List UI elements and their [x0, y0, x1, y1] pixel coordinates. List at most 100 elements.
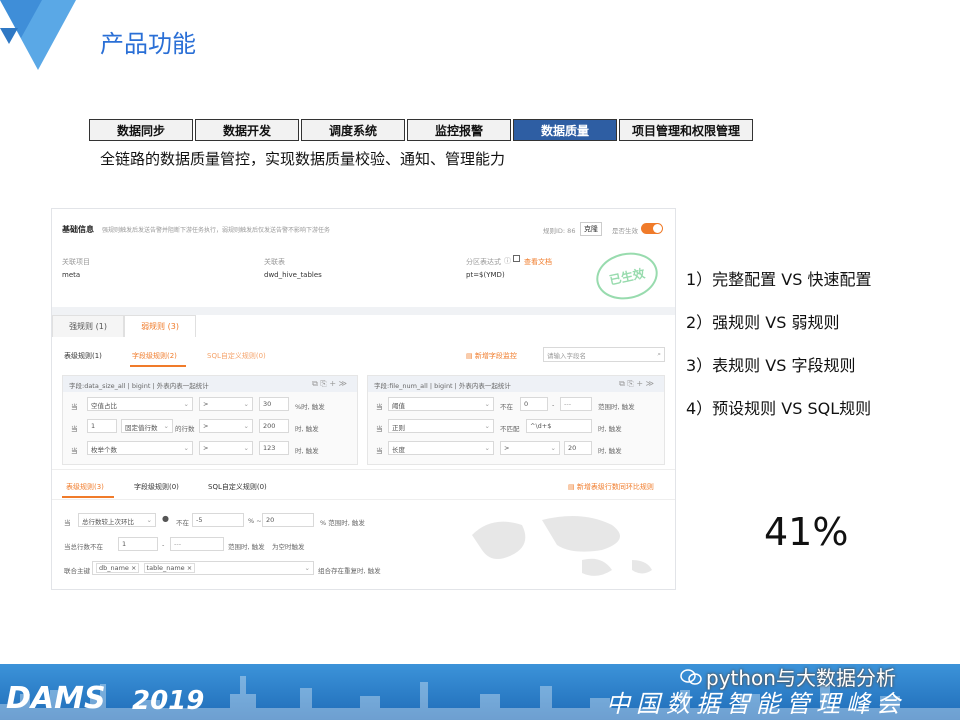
tab-weak-rules[interactable]: 弱规则 (3): [124, 315, 196, 337]
range-to-input[interactable]: ---: [170, 537, 224, 551]
tab-data-dev[interactable]: 数据开发: [195, 119, 299, 141]
range-from-input[interactable]: -5: [192, 513, 244, 527]
effective-stamp: 已生效: [591, 247, 663, 305]
progress-percent: 41%: [764, 510, 849, 554]
row-when: 当: [376, 447, 383, 455]
active-tab-underline: [62, 496, 114, 498]
row-suffix: % 范围时, 触发: [320, 519, 365, 527]
range-from-input[interactable]: 0: [520, 397, 548, 411]
search-icon: ⌕: [657, 350, 661, 358]
range-dash: -: [162, 541, 165, 549]
row-when: 当: [71, 403, 78, 411]
metric-select[interactable]: 枚举个数 ⌄: [87, 441, 193, 455]
tab-field-rules-bottom[interactable]: 字段级规则(0): [134, 482, 179, 492]
tab-strong-rules[interactable]: 强规则 (1): [52, 315, 124, 337]
field-rule-panel-right: 字段:file_num_all | bigint | 外表内表一起统计 ⧉ ⎘ …: [367, 375, 665, 465]
trigger-when-empty-link[interactable]: 为空时触发: [272, 541, 305, 551]
clone-button[interactable]: 克隆: [580, 222, 602, 236]
row-suffix: 范围时, 触发: [228, 543, 265, 551]
tab-project-permission[interactable]: 项目管理和权限管理: [619, 119, 753, 141]
count-input[interactable]: 1: [87, 419, 117, 433]
panel-actions-icon[interactable]: ⧉ ⎘ + ≫: [312, 379, 347, 389]
row-suffix: 时, 触发: [598, 447, 622, 455]
partition-value: pt=$(YMD): [466, 271, 505, 279]
doc-link[interactable]: 查看文档: [524, 257, 552, 267]
table-label: 关联表: [264, 258, 285, 266]
logo-triangles-icon: [0, 0, 76, 70]
field-rule-panel-left: 字段:data_size_all | bigint | 外表内表一起统计 ⧉ ⎘…: [62, 375, 358, 465]
row-when: 当: [71, 425, 78, 433]
tag-table-name[interactable]: table_name ×: [143, 563, 196, 573]
threshold-input[interactable]: 30: [259, 397, 289, 411]
basic-info-title: 基础信息: [62, 225, 94, 234]
row-suffix: 时, 触发: [598, 425, 622, 433]
range-dash: -: [552, 401, 555, 409]
project-label: 关联项目: [62, 258, 90, 266]
rule-id: 规则ID: 86: [543, 227, 576, 235]
tab-sql-rules-bottom[interactable]: SQL自定义规则(0): [208, 482, 267, 492]
row-label: 联合主键: [64, 567, 90, 575]
row-mid: % ~: [248, 517, 262, 525]
metric-select[interactable]: 空值占比 ⌄: [87, 397, 193, 411]
list-item: 3）表规则 VS 字段规则: [686, 356, 856, 375]
row-op: 不匹配: [500, 425, 520, 433]
feature-tabs: 数据同步 数据开发 调度系统 监控报警 数据质量 项目管理和权限管理: [89, 119, 755, 141]
regex-input[interactable]: ^\d+$: [526, 419, 592, 433]
field-search-input[interactable]: 请输入字段名 ⌕: [543, 347, 665, 362]
metric-select[interactable]: 正则 ⌄: [388, 419, 494, 433]
partition-label: 分区表达式: [466, 258, 501, 266]
project-value: meta: [62, 271, 81, 279]
operator-select[interactable]: > ⌄: [500, 441, 560, 455]
tab-table-rules[interactable]: 表级规则(1): [64, 351, 102, 361]
info-dot-icon: ●: [162, 514, 169, 523]
metric-select[interactable]: 总行数较上次环比 ⌄: [78, 513, 156, 527]
metric-select[interactable]: 长度 ⌄: [388, 441, 494, 455]
world-map-watermark-icon: [472, 516, 652, 576]
divider: [52, 469, 675, 470]
basic-info-card: 基础信息 强规则触发后发送告警并阻断下游任务执行，弱规则触发后仅发送告警不影响下…: [52, 209, 675, 307]
operator-select[interactable]: > ⌄: [199, 441, 253, 455]
basic-info-hint: 强规则触发后发送告警并阻断下游任务执行，弱规则触发后仅发送告警不影响下游任务: [102, 227, 331, 234]
effective-toggle[interactable]: [641, 223, 663, 234]
add-table-rule-link[interactable]: ▤ 新增表级行数同环比规则: [568, 482, 654, 492]
info-icon: ⓘ: [504, 257, 511, 265]
range-to-input[interactable]: ---: [560, 397, 592, 411]
row-when: 当: [376, 425, 383, 433]
row-label: 当总行数不在: [64, 543, 103, 551]
list-item: 1）完整配置 VS 快速配置: [686, 270, 872, 289]
tab-monitoring[interactable]: 监控报警: [407, 119, 511, 141]
tab-table-rules-bottom[interactable]: 表级规则(3): [66, 482, 104, 492]
tag-db-name[interactable]: db_name ×: [96, 563, 140, 573]
row-op: 不在: [176, 519, 189, 527]
primary-key-select[interactable]: db_name × table_name × ⌄: [92, 561, 314, 575]
tab-data-quality[interactable]: 数据质量: [513, 119, 617, 141]
slide: 产品功能 数据同步 数据开发 调度系统 监控报警 数据质量 项目管理和权限管理 …: [0, 0, 960, 720]
tab-scheduling[interactable]: 调度系统: [301, 119, 405, 141]
row-suffix: 范围时, 触发: [598, 403, 635, 411]
list-item: 4）预设规则 VS SQL规则: [686, 399, 872, 418]
row-mid: 的行数: [175, 425, 195, 433]
threshold-input[interactable]: 20: [564, 441, 592, 455]
threshold-input[interactable]: 123: [259, 441, 289, 455]
wechat-watermark: python与大数据分析: [680, 662, 896, 691]
range-from-input[interactable]: 1: [118, 537, 158, 551]
threshold-input[interactable]: 200: [259, 419, 289, 433]
watermark-text: python与大数据分析: [706, 666, 896, 690]
operator-select[interactable]: > ⌄: [199, 419, 253, 433]
row-when: 当: [71, 447, 78, 455]
tab-sql-rules[interactable]: SQL自定义规则(0): [207, 351, 266, 361]
range-to-input[interactable]: 20: [262, 513, 314, 527]
tab-field-rules[interactable]: 字段级规则(2): [132, 351, 177, 361]
row-suffix: 时, 触发: [295, 425, 319, 433]
metric-select[interactable]: 阈值 ⌄: [388, 397, 494, 411]
operator-select[interactable]: > ⌄: [199, 397, 253, 411]
panel-actions-icon[interactable]: ⧉ ⎘ + ≫: [619, 379, 654, 389]
checkbox-icon[interactable]: [513, 255, 520, 262]
row-when: 当: [64, 519, 71, 527]
table-value: dwd_hive_tables: [264, 271, 322, 279]
metric-select[interactable]: 固定值行数 ⌄: [121, 419, 173, 433]
row-suffix: %时, 触发: [295, 403, 325, 411]
tab-data-sync[interactable]: 数据同步: [89, 119, 193, 141]
brand-year: 2019: [132, 686, 205, 716]
add-field-monitor-link[interactable]: ▤ 新增字段监控: [466, 351, 517, 361]
